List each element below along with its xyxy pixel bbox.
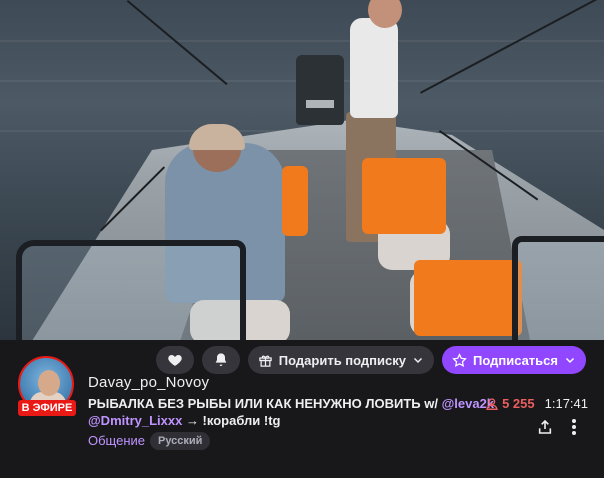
life-vest — [282, 166, 308, 236]
stream-title-line-2: @Dmitry_Lixxx → !корабли !tg — [88, 413, 281, 428]
share-icon — [538, 419, 552, 434]
heart-icon — [168, 355, 182, 366]
stream-title-text: → !корабли !tg — [182, 413, 281, 428]
channel-actions: Подарить подписку Подписаться — [155, 346, 586, 374]
stream-stats: 5 255 1:17:41 — [485, 396, 588, 411]
stream-title-text: РЫБАЛКА БЕЗ РЫБЫ ИЛИ КАК НЕНУЖНО ЛОВИТЬ … — [88, 396, 442, 411]
viewer-count: 5 255 — [485, 396, 535, 411]
star-icon — [452, 352, 467, 367]
windshield-left — [16, 240, 246, 340]
gift-subscription-label: Подарить подписку — [278, 352, 406, 368]
subscribe-button[interactable]: Подписаться — [441, 346, 586, 374]
more-options-button[interactable] — [566, 416, 582, 438]
motor-label — [306, 100, 334, 108]
category-link[interactable]: Общение — [88, 433, 145, 448]
chevron-down-icon — [565, 357, 575, 364]
live-badge: В ЭФИРЕ — [18, 400, 76, 416]
life-vest — [362, 158, 446, 234]
stream-uptime: 1:17:41 — [544, 396, 588, 411]
channel-avatar[interactable]: В ЭФИРЕ — [18, 356, 76, 416]
person-icon — [486, 397, 498, 410]
more-vertical-icon — [572, 419, 576, 435]
channel-name[interactable]: Davay_po_Novoy — [88, 374, 209, 391]
mention-link[interactable]: @Dmitry_Lixxx — [88, 413, 182, 428]
windshield-right — [512, 236, 604, 340]
boat-motor — [296, 55, 344, 125]
language-tag[interactable]: Русский — [150, 432, 211, 450]
subscribe-label: Подписаться — [472, 352, 558, 368]
notifications-button[interactable] — [201, 346, 240, 374]
gift-icon — [259, 355, 272, 367]
fishing-rod — [126, 0, 228, 86]
share-button[interactable] — [534, 416, 556, 438]
video-player[interactable] — [0, 0, 604, 340]
gift-subscription-button[interactable]: Подарить подписку — [247, 346, 434, 374]
chevron-down-icon — [413, 357, 423, 364]
viewer-count-value: 5 255 — [502, 396, 535, 411]
follow-button[interactable] — [155, 346, 194, 374]
stream-title-line-1: РЫБАЛКА БЕЗ РЫБЫ ИЛИ КАК НЕНУЖНО ЛОВИТЬ … — [88, 396, 494, 411]
life-vest — [414, 260, 522, 336]
bell-icon — [215, 353, 227, 366]
